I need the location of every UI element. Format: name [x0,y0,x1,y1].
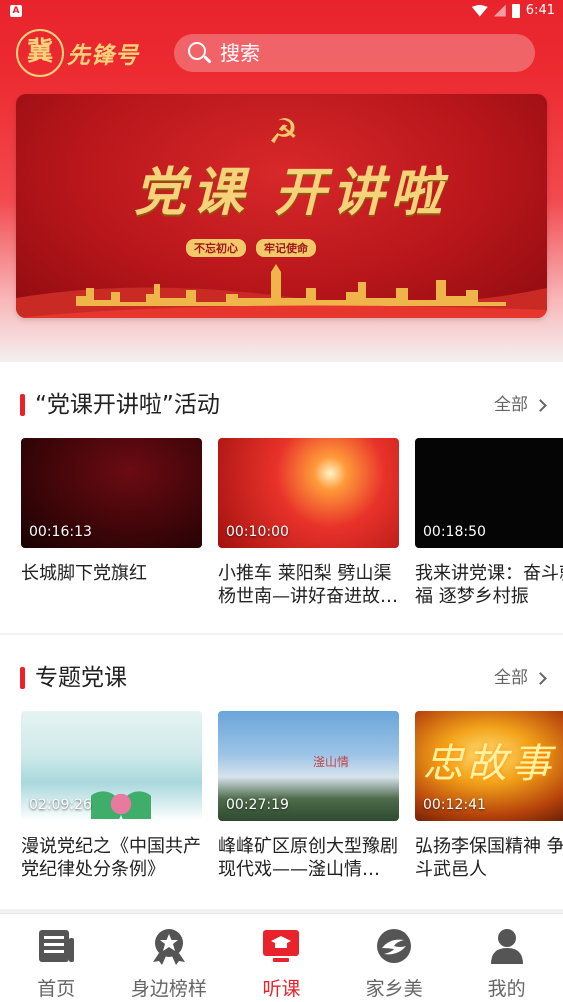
clock: 6:41 [525,3,555,18]
lecture-screen-icon [263,930,300,962]
nav-profile[interactable]: 我的 [450,914,563,1002]
nav-label: 我的 [487,978,526,1000]
nav-label: 家乡美 [365,978,423,1000]
video-title: 漫说党纪之《中国共产党纪律处分条例》 [21,836,201,880]
video-title: 峰峰矿区原创大型豫剧现代戏——滏山情… [218,836,398,880]
search-icon [186,40,212,66]
video-title: 小推车 莱阳梨 劈山渠 杨世南—讲好奋进故… [218,563,398,607]
medal-icon [152,929,185,965]
section-accent-bar [20,394,25,416]
logo-seal: 冀 [16,29,64,77]
app-logo: 冀 先锋号 [16,29,139,77]
banner-tag: 牢记使命 [256,239,316,257]
section-title: 专题党课 [35,665,127,691]
party-emblem-icon: ☭ [268,112,299,152]
user-icon [490,929,523,964]
nav-role-models[interactable]: 身边榜样 [113,914,226,1002]
video-card[interactable]: 00:18:50 我来讲党课：奋斗就幸福 逐梦乡村振 [415,438,563,608]
video-duration: 00:10:00 [226,524,289,540]
video-card[interactable]: 忠故事 00:12:41 弘扬李保国精神 争奋斗武邑人 [415,711,563,881]
video-thumbnail: 00:10:00 [218,438,399,548]
search-input[interactable] [220,41,500,65]
video-thumbnail: 忠故事 00:12:41 [415,711,563,821]
wifi-icon [471,4,488,17]
banner-carousel[interactable]: ☭ 党课 开讲啦 不忘初心 牢记使命 [16,94,547,318]
see-all-button[interactable]: 全部 [494,392,547,418]
video-title: 我来讲党课：奋斗就幸福 逐梦乡村振 [415,563,563,607]
video-card[interactable]: 02:09:26 漫说党纪之《中国共产党纪律处分条例》 [21,711,202,881]
signal-icon [493,4,506,17]
thumbnail-caption: 忠故事 [423,741,555,787]
section-lecture-activity: “党课开讲啦”活动 全部 00:16:13 长城脚下党旗红 00:10:00 小… [0,362,563,633]
bottom-navigation: 首页 身边榜样 听课 家乡美 我的 [0,913,563,1002]
thumbnail-caption: 滏山情 [313,755,350,769]
video-thumbnail: 滏山情 00:27:19 [218,711,399,821]
news-icon [39,930,75,962]
nav-label: 首页 [37,978,76,1000]
nav-lectures[interactable]: 听课 [225,914,338,1002]
notification-icon: A [10,5,22,17]
video-thumbnail: 00:16:13 [21,438,202,548]
video-duration: 00:16:13 [29,524,92,540]
video-duration: 00:27:19 [226,797,289,813]
video-title: 长城脚下党旗红 [21,563,147,584]
video-duration: 00:12:41 [423,797,486,813]
video-card[interactable]: 00:16:13 长城脚下党旗红 [21,438,202,608]
see-all-button[interactable]: 全部 [494,665,547,691]
nav-home[interactable]: 首页 [0,914,113,1002]
section-accent-bar [20,667,25,689]
hometown-icon [377,929,412,963]
video-duration: 00:18:50 [423,524,486,540]
video-card[interactable]: 00:10:00 小推车 莱阳梨 劈山渠 杨世南—讲好奋进故… [218,438,399,608]
nav-label: 听课 [262,978,301,1000]
section-topic-lectures: 专题党课 全部 02:09:26 漫说党纪之《中国共产党纪律处分条例》 滏山情 … [0,635,563,909]
video-title: 弘扬李保国精神 争奋斗武邑人 [415,836,563,880]
video-card[interactable]: 滏山情 00:27:19 峰峰矿区原创大型豫剧现代戏——滏山情… [218,711,399,881]
chevron-right-icon [534,671,547,685]
nav-label: 身边榜样 [130,978,207,1000]
video-thumbnail: 02:09:26 [21,711,202,821]
status-bar: A 6:41 [0,0,563,24]
search-bar[interactable] [174,34,535,72]
banner-title: 党课 开讲啦 [133,162,449,223]
chevron-right-icon [534,398,547,412]
skyline-graphic [16,264,547,318]
video-duration: 02:09:26 [29,797,92,813]
section-title: “党课开讲啦”活动 [35,392,220,418]
banner-tag: 不忘初心 [186,239,246,257]
lotus-graphic [91,789,151,819]
logo-text: 先锋号 [67,42,139,69]
battery-icon [511,3,520,18]
video-thumbnail: 00:18:50 [415,438,563,548]
nav-hometown[interactable]: 家乡美 [338,914,451,1002]
